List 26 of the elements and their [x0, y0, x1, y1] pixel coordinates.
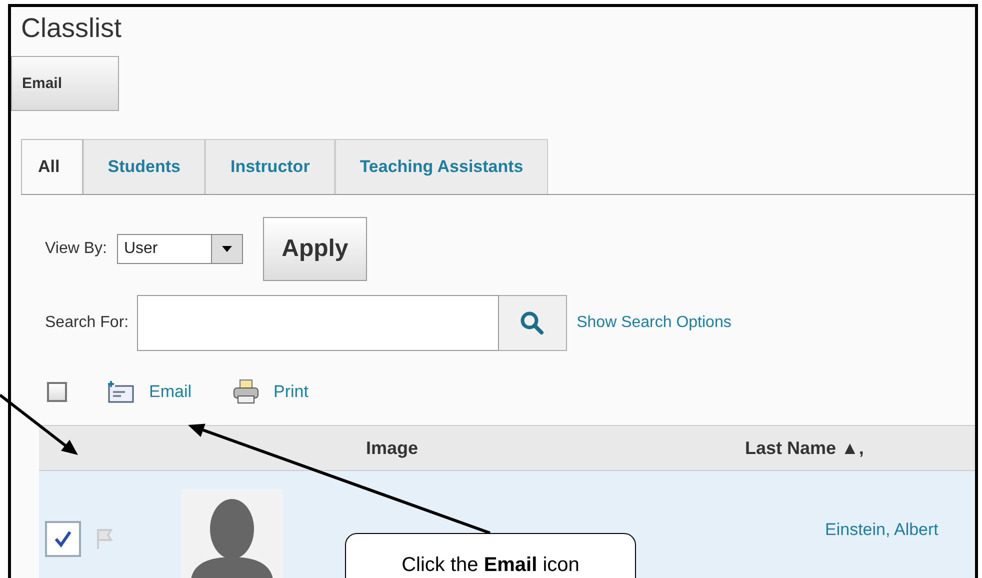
apply-button[interactable]: Apply [262, 217, 367, 282]
student-name-link[interactable]: Einstein, Albert [825, 520, 975, 540]
show-search-options-link[interactable]: Show Search Options [576, 314, 732, 332]
envelope-icon[interactable] [107, 380, 135, 404]
checkmark-icon [53, 529, 73, 549]
tab[interactable]: Instructor [205, 139, 335, 194]
search-label: Search For: [45, 314, 129, 332]
row-checkbox[interactable] [45, 521, 81, 557]
column-header[interactable]: Image [39, 438, 745, 459]
tab[interactable]: All [21, 139, 83, 194]
select-all-checkbox[interactable] [47, 382, 67, 402]
print-link[interactable]: Print [274, 382, 308, 402]
search-field[interactable] [136, 295, 499, 352]
tab[interactable]: Teaching Assistants [334, 139, 548, 194]
email-button[interactable]: Email [11, 56, 119, 112]
callout-text: Click the Email icon [345, 533, 636, 578]
column-header[interactable]: Last Name ▲, [745, 438, 864, 459]
caret-icon [222, 246, 232, 252]
search-button[interactable] [498, 295, 567, 352]
view-by-dropdown[interactable]: User [116, 234, 243, 264]
tab[interactable]: Students [82, 139, 206, 194]
email-link[interactable]: Email [149, 382, 192, 402]
printer-icon[interactable] [232, 379, 260, 406]
search-icon [520, 311, 544, 336]
view-by-label: View By: [45, 240, 107, 258]
page-title: Classlist [21, 13, 123, 44]
